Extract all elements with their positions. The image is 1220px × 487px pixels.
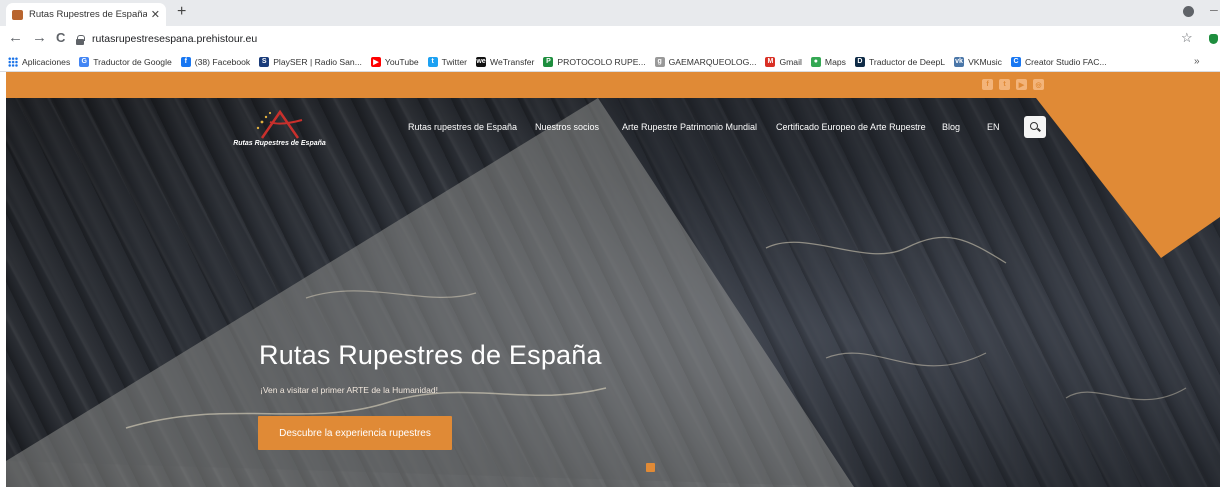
discover-experience-button[interactable]: Descubre la experiencia rupestres: [258, 416, 452, 450]
youtube-icon[interactable]: ▶: [1016, 79, 1027, 90]
site-top-bar: f t ▶ ◎: [6, 72, 1220, 98]
back-button[interactable]: ←: [8, 29, 23, 47]
lock-icon[interactable]: [76, 34, 85, 45]
bookmark-label: WeTransfer: [489, 56, 535, 67]
slider-dot[interactable]: [646, 463, 655, 472]
bookmark-label: Gmail: [779, 56, 802, 67]
bookmark-label: Creator Studio FAC...: [1024, 56, 1107, 67]
hero-section: Rutas Rupestres de España Rutas rupestre…: [6, 98, 1220, 487]
protocolo-icon: P: [543, 56, 554, 67]
bookmark-item[interactable]: P PROTOCOLO RUPE...: [543, 56, 646, 67]
bookmark-item[interactable]: S PlaySER | Radio San...: [259, 56, 362, 67]
search-icon: [1030, 122, 1038, 130]
profile-icon[interactable]: [1183, 6, 1194, 17]
bookmark-label: PROTOCOLO RUPE...: [557, 56, 646, 67]
hero-title: Rutas Rupestres de España: [259, 340, 602, 370]
bookmark-item[interactable]: g GAEMARQUEOLOG...: [654, 56, 757, 67]
nav-item-socios[interactable]: Nuestros socios: [535, 122, 599, 132]
window-minimize-button[interactable]: –: [1210, 1, 1218, 17]
bookmark-item[interactable]: we WeTransfer: [475, 56, 535, 67]
bookmark-star-icon[interactable]: ☆: [1181, 30, 1193, 46]
playser-icon: S: [259, 56, 270, 67]
bookmark-item[interactable]: ● Maps: [810, 56, 846, 67]
twitter-icon: t: [427, 56, 438, 67]
bookmark-item[interactable]: C Creator Studio FAC...: [1010, 56, 1107, 67]
bookmark-label: Twitter: [441, 56, 467, 67]
bookmark-label: Traductor de DeepL: [868, 56, 946, 67]
bookmark-item[interactable]: G Traductor de Google: [79, 56, 172, 67]
website-viewport: f t ▶ ◎ Rutas Rupestres de España Rutas …: [6, 72, 1220, 487]
tab-title: Rutas Rupestres de España – Ruta: [29, 9, 147, 20]
youtube-icon: ▶: [370, 56, 381, 67]
vk-icon: vk: [954, 56, 965, 67]
facebook-icon[interactable]: f: [982, 79, 993, 90]
bookmark-item[interactable]: Aplicaciones: [8, 56, 71, 67]
bookmark-label: PlaySER | Radio San...: [273, 56, 362, 67]
twitter-icon[interactable]: t: [999, 79, 1010, 90]
forward-button[interactable]: →: [32, 29, 47, 47]
social-links: f t ▶ ◎: [982, 79, 1044, 90]
bookmark-label: Traductor de Google: [93, 56, 172, 67]
wetransfer-icon: we: [475, 56, 486, 67]
nav-item-certificado[interactable]: Certificado Europeo de Arte Rupestre: [776, 122, 926, 132]
browser-toolbar: ← → C rutasrupestresespana.prehistour.eu…: [0, 26, 1220, 52]
gaem-icon: g: [654, 56, 665, 67]
browser-tab-strip: Rutas Rupestres de España – Ruta ✕ + –: [0, 0, 1220, 26]
nav-item-rutas[interactable]: Rutas rupestres de España: [408, 122, 517, 132]
apps-grid-icon: [8, 56, 18, 67]
bookmark-item[interactable]: f (38) Facebook: [180, 56, 251, 67]
creator-studio-icon: C: [1010, 56, 1021, 67]
extension-shield-icon[interactable]: [1209, 34, 1218, 44]
deepl-icon: D: [854, 56, 865, 67]
nav-item-patrimonio[interactable]: Arte Rupestre Patrimonio Mundial: [622, 122, 757, 132]
bookmark-item[interactable]: vk VKMusic: [954, 56, 1002, 67]
bookmark-item[interactable]: t Twitter: [427, 56, 467, 67]
bookmarks-bar: Aplicaciones G Traductor de Google f (38) Fa…: [0, 52, 1220, 72]
reload-button[interactable]: C: [56, 29, 65, 47]
bookmark-label: VKMusic: [968, 56, 1002, 67]
facebook-icon: f: [180, 56, 191, 67]
address-bar[interactable]: rutasrupestresespana.prehistour.eu: [76, 28, 1166, 50]
instagram-icon[interactable]: ◎: [1033, 79, 1044, 90]
hero-decoration: [6, 98, 1220, 487]
bookmark-label: Aplicaciones: [22, 56, 71, 67]
gmail-icon: M: [765, 56, 776, 67]
url-text[interactable]: rutasrupestresespana.prehistour.eu: [92, 33, 257, 45]
bookmark-label: (38) Facebook: [194, 56, 251, 67]
hero-subtitle: ¡Ven a visitar el primer ARTE de la Huma…: [260, 385, 438, 395]
bookmark-item[interactable]: M Gmail: [765, 56, 802, 67]
bookmark-item[interactable]: ▶ YouTube: [370, 56, 419, 67]
new-tab-button[interactable]: +: [177, 3, 186, 21]
tab-close-icon[interactable]: ✕: [151, 8, 160, 21]
more-bookmarks-button[interactable]: »: [1194, 56, 1200, 67]
bookmark-label: Maps: [824, 56, 846, 67]
nav-item-language-en[interactable]: EN: [987, 122, 1000, 132]
site-favicon-icon: [12, 9, 23, 20]
browser-tab[interactable]: Rutas Rupestres de España – Ruta ✕: [6, 3, 166, 26]
nav-item-blog[interactable]: Blog: [942, 122, 960, 132]
site-search-button[interactable]: [1024, 116, 1046, 138]
bookmark-label: GAEMARQUEOLOG...: [668, 56, 757, 67]
bookmark-item[interactable]: D Traductor de DeepL: [854, 56, 946, 67]
google-translate-icon: G: [79, 56, 90, 67]
maps-pin-icon: ●: [810, 56, 821, 67]
bookmark-label: YouTube: [384, 56, 419, 67]
